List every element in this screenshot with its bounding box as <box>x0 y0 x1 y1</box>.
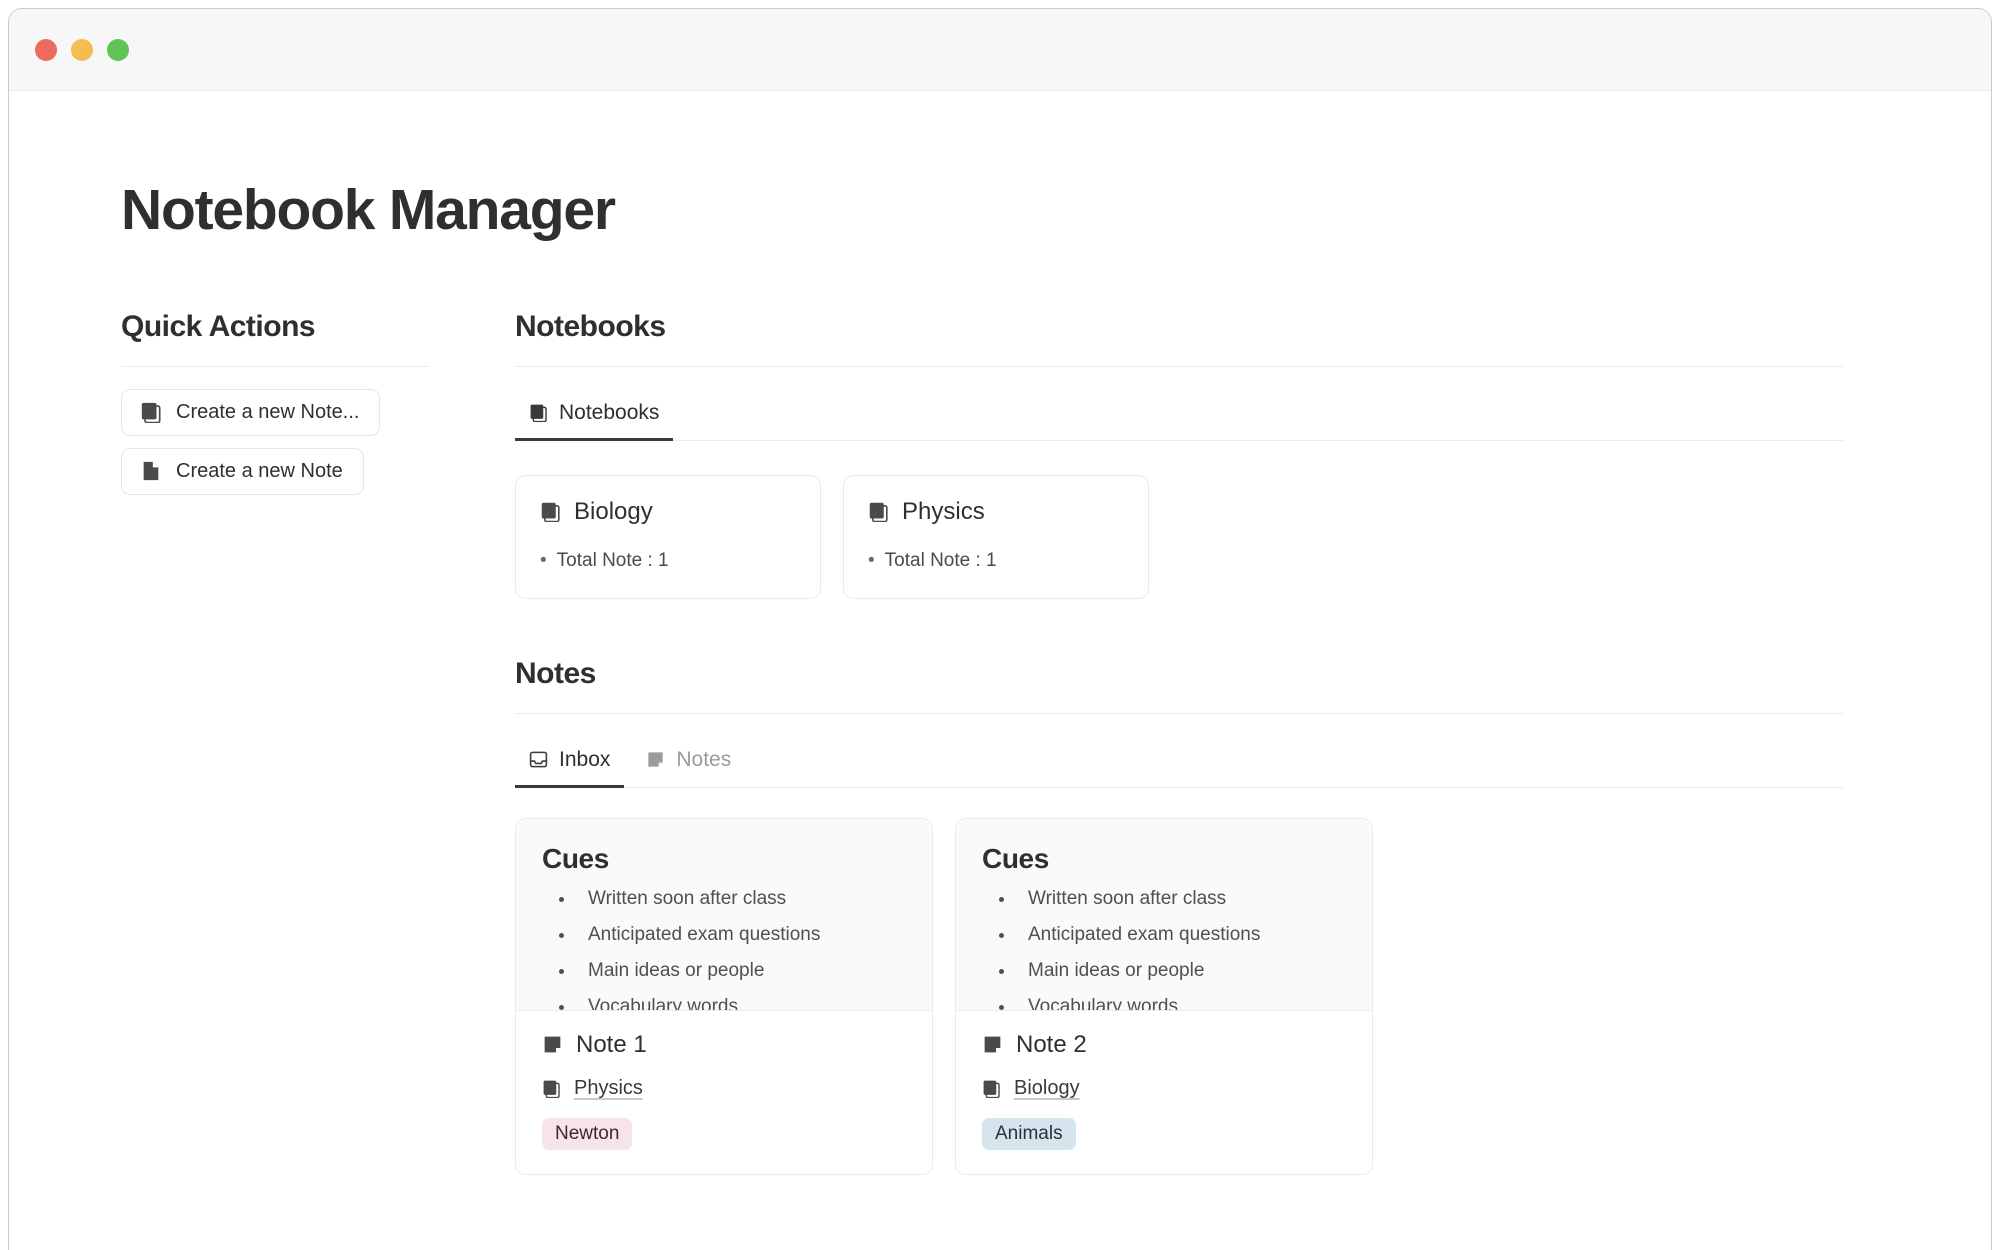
page-content: Notebook Manager Quick Actions Create a … <box>9 91 1991 1250</box>
quick-actions-heading: Quick Actions <box>121 309 316 343</box>
note-tag-row: Animals <box>982 1117 1346 1150</box>
notebook-icon <box>529 403 548 423</box>
bullet-marker: • <box>868 549 875 571</box>
notebook-card-physics[interactable]: Physics • Total Note : 1 <box>843 474 1149 599</box>
notebook-meta-row: • Total Note : 1 <box>868 550 1124 572</box>
preview-list-item: Vocabulary words <box>1016 997 1346 1010</box>
note-card-note-1[interactable]: Cues Written soon after class Anticipate… <box>515 817 933 1175</box>
bullet-marker: • <box>540 549 547 571</box>
notebooks-tabbar: Notebooks <box>515 387 1843 441</box>
notebook-card-title-row: Biology <box>540 498 796 526</box>
note-name-row: Note 1 <box>542 1031 906 1059</box>
page-title: Notebook Manager <box>121 178 616 242</box>
note-tag-row: Newton <box>542 1117 906 1150</box>
tab-label: Inbox <box>559 747 611 771</box>
preview-list-item: Anticipated exam questions <box>1016 925 1346 944</box>
tab-inbox[interactable]: Inbox <box>515 734 625 788</box>
notes-heading: Notes <box>515 656 596 690</box>
notebook-note-count: Total Note : 1 <box>556 549 669 571</box>
preview-list-item: Written soon after class <box>576 889 906 908</box>
note-preview: Cues Written soon after class Anticipate… <box>956 818 1372 1011</box>
note-title: Note 2 <box>1016 1030 1087 1058</box>
minimize-button[interactable] <box>71 38 93 61</box>
preview-bullet-list: Written soon after class Anticipated exa… <box>576 889 906 1010</box>
window-titlebar <box>9 9 1991 91</box>
note-card-grid: Cues Written soon after class Anticipate… <box>515 817 1843 1175</box>
preview-list-item: Main ideas or people <box>576 961 906 980</box>
quick-actions-divider <box>121 365 429 367</box>
notebook-note-count: Total Note : 1 <box>884 549 997 571</box>
notebook-title: Biology <box>574 497 653 525</box>
preview-list-item: Main ideas or people <box>1016 961 1346 980</box>
note-notebook-row[interactable]: Biology <box>982 1077 1346 1100</box>
notebooks-heading: Notebooks <box>515 309 666 343</box>
note-icon <box>542 1034 563 1055</box>
notebook-card-biology[interactable]: Biology • Total Note : 1 <box>515 474 821 599</box>
notes-divider <box>515 712 1843 714</box>
tab-notebooks[interactable]: Notebooks <box>515 387 674 441</box>
note-tag[interactable]: Animals <box>982 1117 1076 1150</box>
tab-notes[interactable]: Notes <box>632 734 745 788</box>
close-button[interactable] <box>35 38 57 61</box>
inbox-icon <box>529 750 548 769</box>
quick-action-label: Create a new Note <box>176 459 343 482</box>
notebooks-divider <box>515 365 1843 367</box>
preview-list-item: Vocabulary words <box>576 997 906 1010</box>
preview-list-item: Anticipated exam questions <box>576 925 906 944</box>
quick-actions-panel: Quick Actions Create a new Note... Creat… <box>121 310 429 1175</box>
notebook-title: Physics <box>902 497 985 525</box>
note-icon <box>646 750 665 769</box>
note-icon <box>982 1034 1003 1055</box>
note-tag[interactable]: Newton <box>542 1117 633 1150</box>
notebook-icon <box>542 1079 561 1098</box>
quick-action-label: Create a new Note... <box>176 400 360 423</box>
notebook-icon <box>140 401 162 424</box>
app-window: Notebook Manager Quick Actions Create a … <box>8 8 1992 1250</box>
main-columns: Quick Actions Create a new Note... Creat… <box>9 242 1991 1175</box>
preview-bullet-list: Written soon after class Anticipated exa… <box>1016 889 1346 1010</box>
note-footer: Note 1 Physics Newton <box>516 1010 932 1174</box>
note-name-row: Note 2 <box>982 1031 1346 1059</box>
note-notebook-row[interactable]: Physics <box>542 1077 906 1100</box>
notebook-icon <box>982 1079 1001 1098</box>
notebooks-block: Notebooks Notebooks Biology • Total Note… <box>515 310 1843 599</box>
notes-block: Notes Inbox Notes Cues • Written soon af… <box>515 657 1843 1175</box>
notebook-icon <box>868 501 889 523</box>
note-notebook-link[interactable]: Biology <box>1014 1077 1080 1100</box>
preview-title: Cues <box>982 842 1049 874</box>
quick-actions-list: Create a new Note... Create a new Note <box>121 388 429 495</box>
create-new-notebook-button[interactable]: Create a new Note... <box>121 388 381 436</box>
preview-title: Cues <box>542 842 609 874</box>
notebook-card-title-row: Physics <box>868 498 1124 526</box>
right-column: Notebooks Notebooks Biology • Total Note… <box>429 310 1991 1175</box>
notebook-card-grid: Biology • Total Note : 1 Physics • Total… <box>515 474 1843 599</box>
tab-label: Notes <box>676 747 732 771</box>
page-icon <box>140 460 162 482</box>
notebook-icon <box>540 501 561 523</box>
note-notebook-link[interactable]: Physics <box>574 1077 643 1100</box>
maximize-button[interactable] <box>107 38 129 61</box>
create-new-note-button[interactable]: Create a new Note <box>121 447 364 495</box>
preview-list-item: Written soon after class <box>1016 889 1346 908</box>
tab-label: Notebooks <box>559 400 660 424</box>
note-footer: Note 2 Biology Animals <box>956 1010 1372 1174</box>
notes-tabbar: Inbox Notes <box>515 734 1843 788</box>
note-title: Note 1 <box>576 1030 647 1058</box>
note-card-note-2[interactable]: Cues Written soon after class Anticipate… <box>955 817 1373 1175</box>
notebook-meta-row: • Total Note : 1 <box>540 550 796 572</box>
note-preview: Cues Written soon after class Anticipate… <box>516 818 932 1011</box>
